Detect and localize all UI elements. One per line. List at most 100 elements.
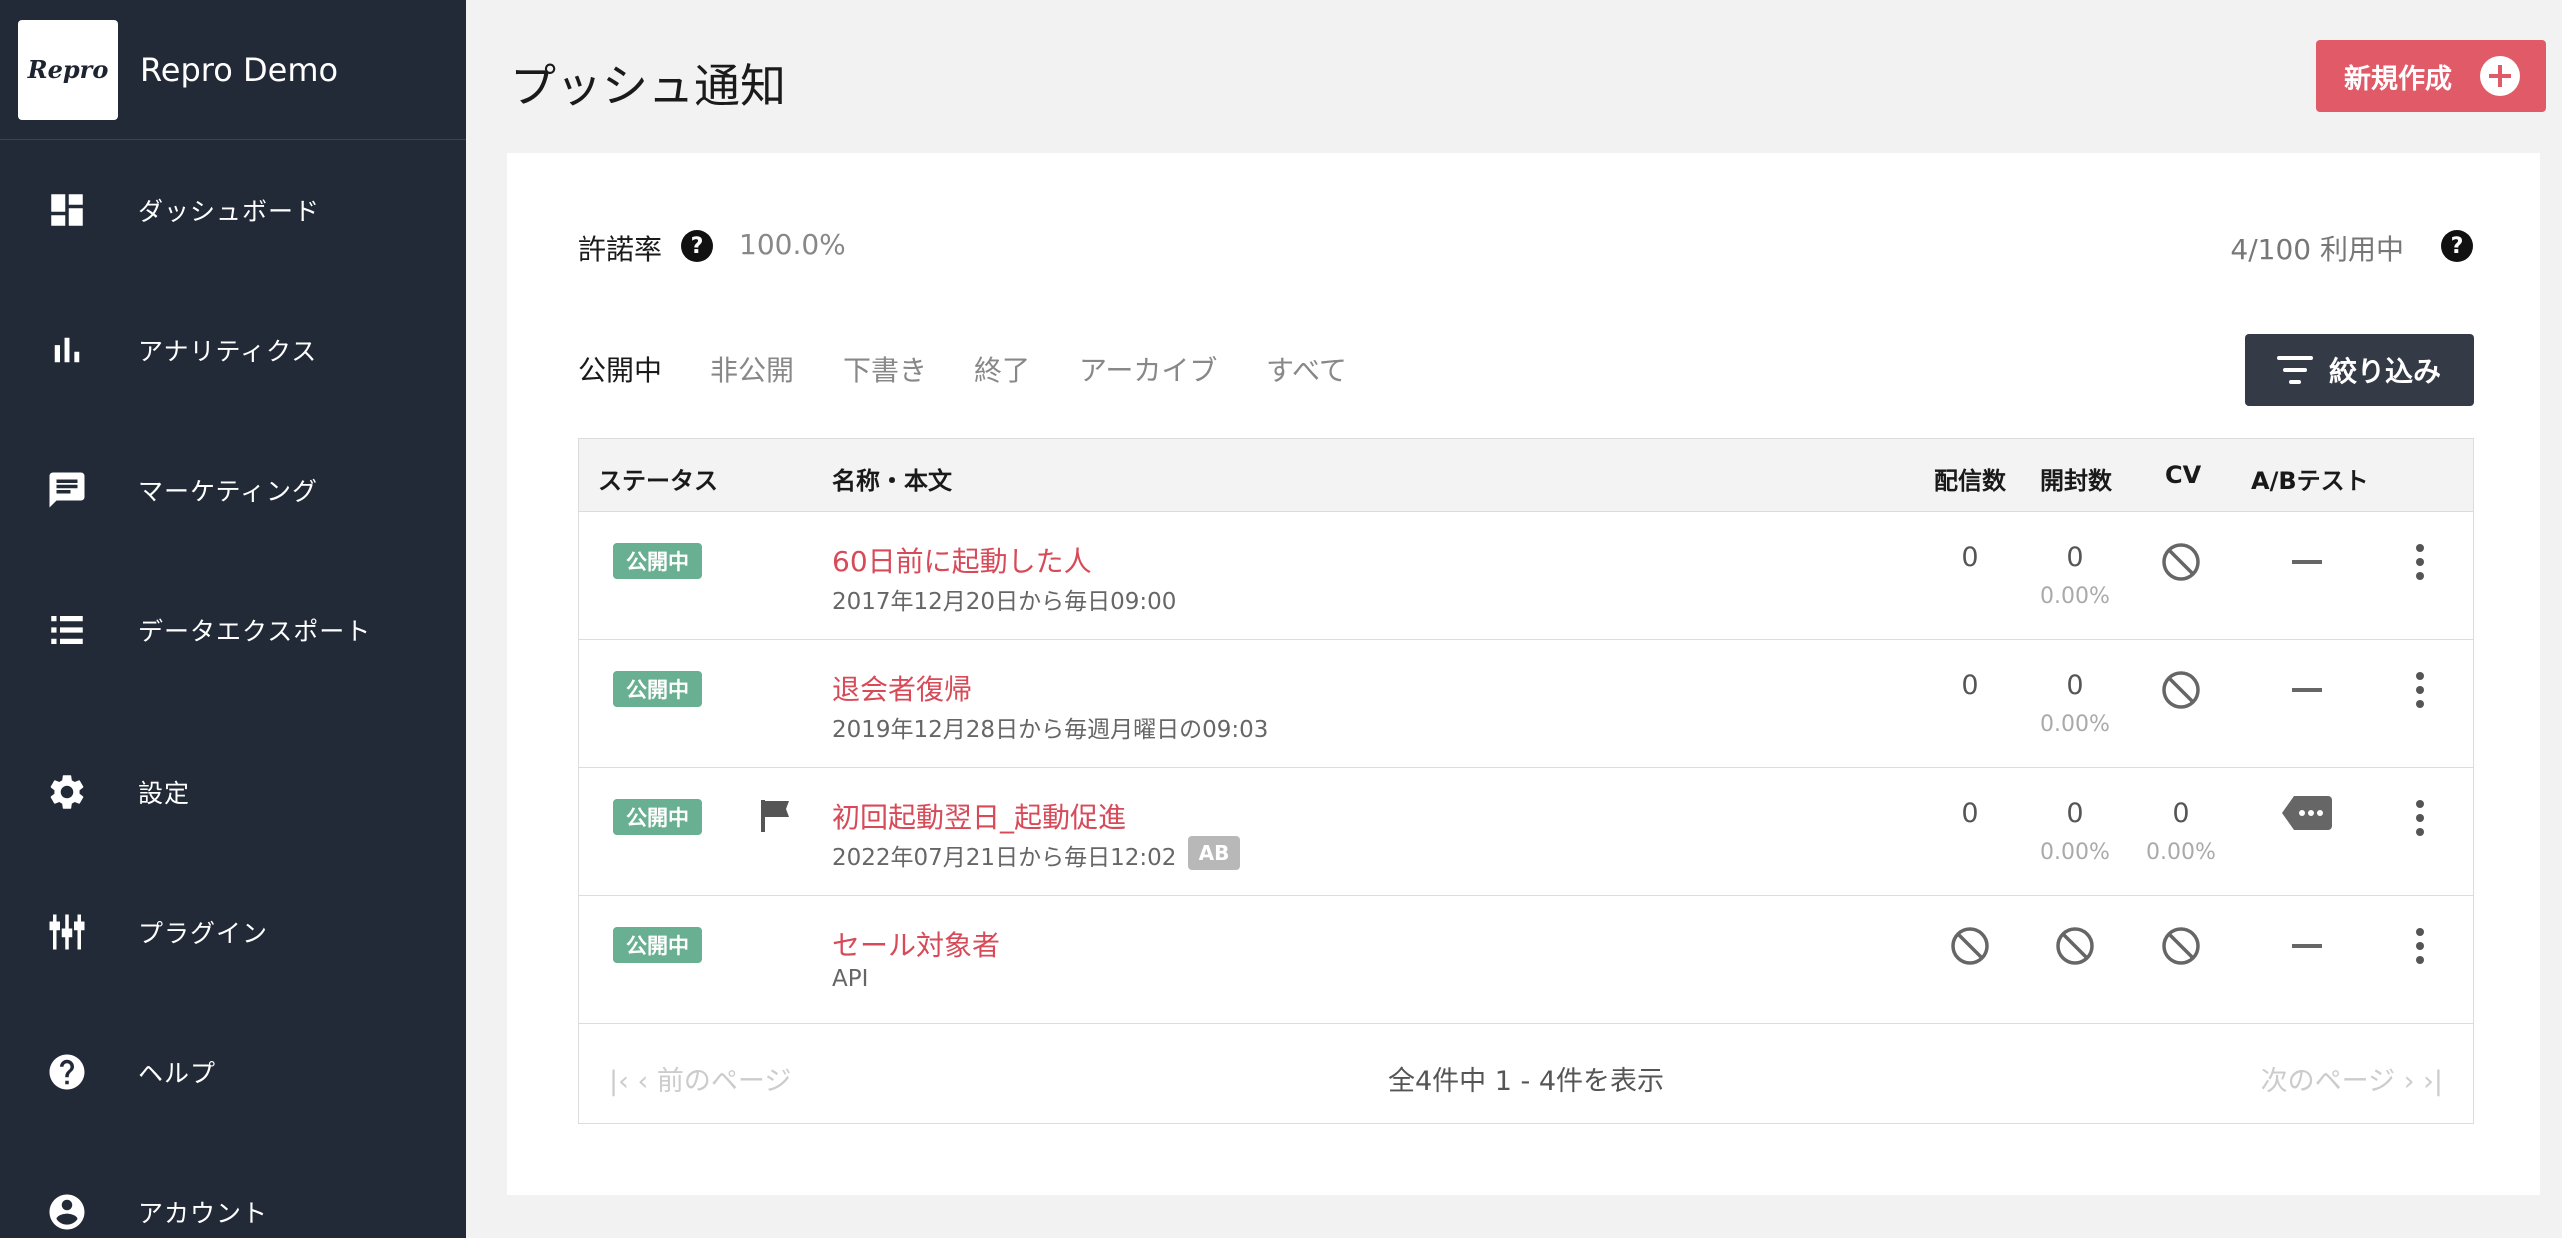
plugin-icon bbox=[46, 911, 88, 953]
help-icon bbox=[46, 1051, 88, 1093]
sidebar-item-marketing[interactable]: マーケティング bbox=[0, 445, 466, 535]
chat-icon bbox=[46, 469, 88, 511]
app-name[interactable]: Repro Demo bbox=[140, 51, 338, 89]
status-badge: 公開中 bbox=[613, 927, 702, 963]
push-table: ステータス 名称・本文 配信数 開封数 CV A/Bテスト 公開中 60日前に起… bbox=[578, 438, 2474, 1124]
open-rate: 0.00% bbox=[2040, 584, 2110, 609]
tab-published[interactable]: 公開中 bbox=[578, 349, 662, 389]
sidebar: Repro Repro Demo ダッシュボード アナリティクス マーケティング… bbox=[0, 0, 466, 1238]
sidebar-item-data-export[interactable]: データエクスポート bbox=[0, 585, 466, 675]
not-available-icon bbox=[2162, 671, 2200, 709]
row-title[interactable]: セール対象者 bbox=[832, 924, 1000, 964]
usage-count: 4/100 利用中 bbox=[2230, 233, 2404, 266]
page-title: プッシュ通知 bbox=[510, 59, 786, 113]
sidebar-item-label: データエクスポート bbox=[138, 617, 372, 646]
sidebar-item-dashboard[interactable]: ダッシュボード bbox=[0, 165, 466, 255]
dash-icon bbox=[2292, 560, 2322, 564]
more-menu-icon[interactable] bbox=[2415, 928, 2425, 964]
account-icon bbox=[46, 1191, 88, 1233]
pagination: |‹ ‹ 前のページ 全4件中 1 - 4件を表示 次のページ › ›| bbox=[579, 1025, 2473, 1125]
sidebar-item-label: マーケティング bbox=[138, 477, 319, 506]
pagination-summary: 全4件中 1 - 4件を表示 bbox=[1387, 1066, 1665, 1097]
ab-test-tag-icon[interactable] bbox=[2282, 796, 2332, 830]
not-available-icon bbox=[2056, 927, 2094, 965]
column-name: 名称・本文 bbox=[832, 467, 952, 495]
open-count: 0 bbox=[2066, 798, 2084, 829]
cv-rate: 0.00% bbox=[2146, 840, 2216, 865]
brand: Repro Repro Demo bbox=[0, 0, 466, 140]
sidebar-item-label: アナリティクス bbox=[138, 337, 318, 366]
tab-draft[interactable]: 下書き bbox=[843, 349, 927, 389]
delivery-count: 0 bbox=[1961, 798, 1979, 829]
new-create-label: 新規作成 bbox=[2344, 63, 2452, 95]
row-schedule: 2022年07月21日から毎日12:02 bbox=[832, 845, 1177, 871]
sidebar-item-account[interactable]: アカウント bbox=[0, 1167, 466, 1238]
status-badge: 公開中 bbox=[613, 799, 702, 835]
tab-unpublished[interactable]: 非公開 bbox=[710, 349, 794, 389]
sidebar-item-analytics[interactable]: アナリティクス bbox=[0, 305, 466, 395]
column-status: ステータス bbox=[598, 467, 718, 495]
column-deliveries: 配信数 bbox=[1934, 467, 2006, 495]
tab-ended[interactable]: 終了 bbox=[974, 349, 1030, 389]
not-available-icon bbox=[2162, 543, 2200, 581]
table-header: ステータス 名称・本文 配信数 開封数 CV A/Bテスト bbox=[579, 439, 2473, 512]
accept-rate-value: 100.0% bbox=[739, 228, 846, 261]
help-icon[interactable]: ? bbox=[2441, 230, 2473, 262]
plus-circle-icon bbox=[2480, 56, 2520, 96]
open-count: 0 bbox=[2066, 542, 2084, 573]
column-opens: 開封数 bbox=[2040, 467, 2112, 495]
row-schedule: 2017年12月20日から毎日09:00 bbox=[832, 589, 1177, 615]
bar-chart-icon bbox=[46, 329, 88, 371]
open-count: 0 bbox=[2066, 670, 2084, 701]
accept-rate-label: 許諾率 bbox=[578, 233, 663, 266]
next-page-button[interactable]: 次のページ › ›| bbox=[2261, 1059, 2443, 1098]
row-title[interactable]: 60日前に起動した人 bbox=[832, 540, 1092, 580]
next-page-label: 次のページ bbox=[2260, 1066, 2396, 1097]
dash-icon bbox=[2292, 688, 2322, 692]
new-create-button[interactable]: 新規作成 bbox=[2316, 40, 2546, 112]
tab-all[interactable]: すべて bbox=[1266, 349, 1347, 389]
not-available-icon bbox=[1951, 927, 1989, 965]
sidebar-item-label: 設定 bbox=[138, 779, 191, 808]
list-icon bbox=[46, 609, 88, 651]
sidebar-item-label: アカウント bbox=[138, 1199, 269, 1228]
row-schedule: API bbox=[832, 966, 869, 992]
filter-button[interactable]: 絞り込み bbox=[2245, 334, 2474, 406]
open-rate: 0.00% bbox=[2040, 840, 2110, 865]
filter-label: 絞り込み bbox=[2329, 355, 2442, 388]
sidebar-item-settings[interactable]: 設定 bbox=[0, 747, 466, 837]
delivery-count: 0 bbox=[1961, 542, 1979, 573]
open-rate: 0.00% bbox=[2040, 712, 2110, 737]
flag-icon bbox=[761, 800, 789, 832]
row-title[interactable]: 初回起動翌日_起動促進 bbox=[832, 796, 1126, 836]
table-row[interactable]: 公開中 初回起動翌日_起動促進 2022年07月21日から毎日12:02 AB … bbox=[579, 768, 2473, 896]
gear-icon bbox=[46, 771, 88, 813]
dash-icon bbox=[2292, 944, 2322, 948]
table-row[interactable]: 公開中 60日前に起動した人 2017年12月20日から毎日09:00 0 0 … bbox=[579, 512, 2473, 640]
more-menu-icon[interactable] bbox=[2415, 800, 2425, 836]
table-row[interactable]: 公開中 退会者復帰 2019年12月28日から毎週月曜日の09:03 0 0 0… bbox=[579, 640, 2473, 768]
dashboard-icon bbox=[46, 189, 88, 231]
sidebar-item-label: プラグイン bbox=[138, 919, 269, 948]
sidebar-item-help[interactable]: ヘルプ bbox=[0, 1027, 466, 1117]
sidebar-item-plugin[interactable]: プラグイン bbox=[0, 887, 466, 977]
filter-icon bbox=[2277, 356, 2313, 384]
status-badge: 公開中 bbox=[613, 543, 702, 579]
help-icon[interactable]: ? bbox=[681, 230, 713, 262]
table-row[interactable]: 公開中 セール対象者 API bbox=[579, 896, 2473, 1024]
tab-archive[interactable]: アーカイブ bbox=[1079, 349, 1217, 389]
delivery-count: 0 bbox=[1961, 670, 1979, 701]
cv-count: 0 bbox=[2172, 798, 2190, 829]
row-schedule: 2019年12月28日から毎週月曜日の09:03 bbox=[832, 717, 1269, 743]
column-cv: CV bbox=[2165, 461, 2202, 489]
status-badge: 公開中 bbox=[613, 671, 702, 707]
more-menu-icon[interactable] bbox=[2415, 672, 2425, 708]
sidebar-item-label: ヘルプ bbox=[138, 1059, 217, 1088]
ab-tag: AB bbox=[1188, 836, 1240, 870]
more-menu-icon[interactable] bbox=[2415, 544, 2425, 580]
repro-logo[interactable]: Repro bbox=[18, 19, 118, 120]
row-title[interactable]: 退会者復帰 bbox=[832, 668, 972, 708]
last-page-icon: › ›| bbox=[2395, 1066, 2443, 1097]
sidebar-item-label: ダッシュボード bbox=[138, 197, 321, 226]
not-available-icon bbox=[2162, 927, 2200, 965]
